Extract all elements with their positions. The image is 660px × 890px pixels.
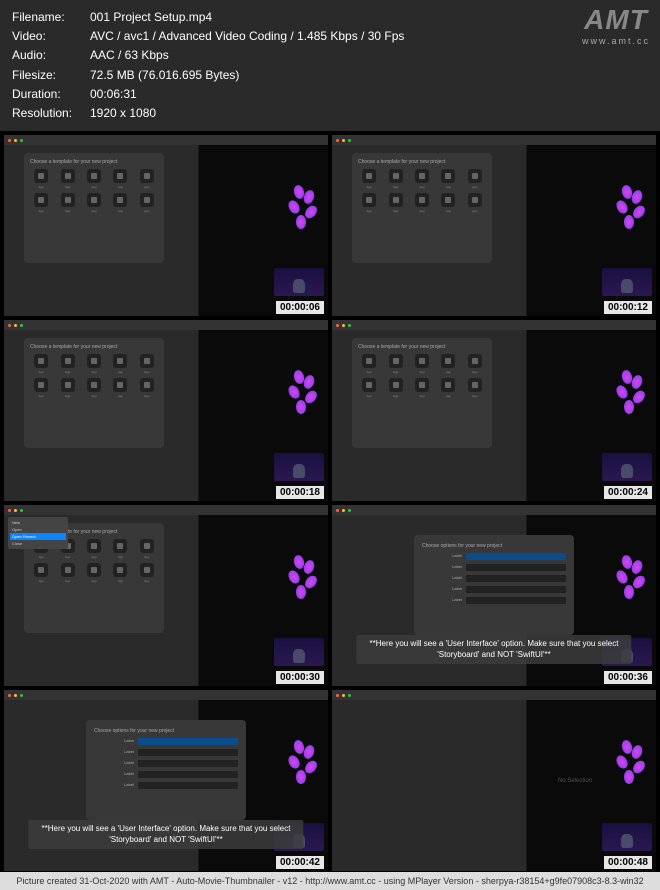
template-picker-dialog: Choose a template for your new projectAp… (24, 338, 164, 448)
webcam-overlay (274, 268, 324, 296)
metadata-header: Filename: 001 Project Setup.mp4 Video: A… (0, 0, 660, 131)
logo-text: AMT (582, 6, 650, 34)
thumbnail: Choose a template for your new projectAp… (4, 320, 328, 501)
webcam-overlay (602, 453, 652, 481)
filename-label: Filename: (12, 8, 90, 27)
video-value: AVC / avc1 / Advanced Video Coding / 1.4… (90, 27, 648, 46)
filename-value: 001 Project Setup.mp4 (90, 8, 648, 27)
webcam-overlay (602, 823, 652, 851)
template-picker-dialog: Choose a template for your new projectAp… (352, 338, 492, 448)
timestamp-badge: 00:00:06 (276, 301, 324, 314)
template-picker-dialog: Choose a template for your new projectAp… (24, 153, 164, 263)
timestamp-badge: 00:00:48 (604, 856, 652, 869)
timestamp-badge: 00:00:12 (604, 301, 652, 314)
no-selection-label: No Selection (558, 778, 592, 784)
resolution-value: 1920 x 1080 (90, 104, 648, 123)
webcam-overlay (602, 268, 652, 296)
subtitle-caption: **Here you will see a 'User Interface' o… (356, 635, 631, 664)
webcam-overlay (274, 453, 324, 481)
timestamp-badge: 00:00:30 (276, 671, 324, 684)
thumbnail: Choose a template for your new projectAp… (4, 505, 328, 686)
filesize-value: 72.5 MB (76.016.695 Bytes) (90, 66, 648, 85)
timestamp-badge: 00:00:24 (604, 486, 652, 499)
webcam-overlay (274, 638, 324, 666)
timestamp-badge: 00:00:42 (276, 856, 324, 869)
file-menu: NewOpenOpen RecentClose (8, 517, 68, 549)
thumbnail: Choose options for your new projectLabel… (332, 505, 656, 686)
timestamp-badge: 00:00:36 (604, 671, 652, 684)
thumbnail-grid: Choose a template for your new projectAp… (0, 131, 660, 875)
project-options-dialog: Choose options for your new projectLabel… (414, 535, 574, 635)
thumbnail: No Selection 00:00:48 (332, 690, 656, 871)
video-label: Video: (12, 27, 90, 46)
duration-value: 00:06:31 (90, 85, 648, 104)
thumbnail: Choose options for your new projectLabel… (4, 690, 328, 871)
subtitle-caption: **Here you will see a 'User Interface' o… (28, 820, 303, 849)
thumbnail: Choose a template for your new projectAp… (332, 320, 656, 501)
audio-value: AAC / 63 Kbps (90, 46, 648, 65)
timestamp-badge: 00:00:18 (276, 486, 324, 499)
resolution-label: Resolution: (12, 104, 90, 123)
template-picker-dialog: Choose a template for your new projectAp… (352, 153, 492, 263)
project-options-dialog: Choose options for your new projectLabel… (86, 720, 246, 820)
thumbnail: Choose a template for your new projectAp… (332, 135, 656, 316)
footer-credits: Picture created 31-Oct-2020 with AMT - A… (0, 872, 660, 890)
filesize-label: Filesize: (12, 66, 90, 85)
logo-url: www.amt.cc (582, 34, 650, 48)
amt-logo: AMT www.amt.cc (582, 6, 650, 48)
thumbnail: Choose a template for your new projectAp… (4, 135, 328, 316)
audio-label: Audio: (12, 46, 90, 65)
duration-label: Duration: (12, 85, 90, 104)
